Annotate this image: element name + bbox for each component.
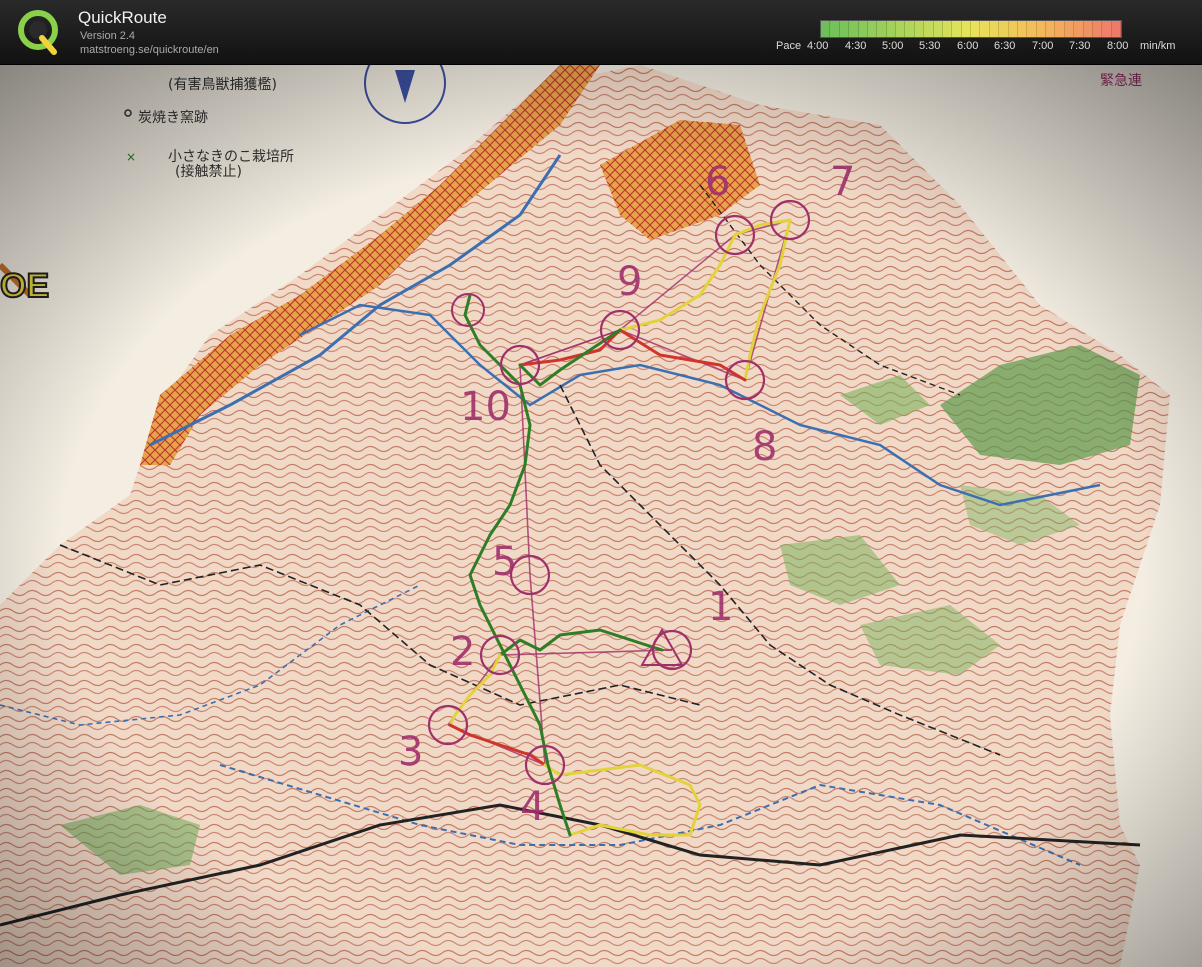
app-version: Version 2.4	[80, 30, 136, 42]
pace-scale-cell	[877, 21, 887, 37]
pace-scale-cell	[896, 21, 906, 37]
legend-text: (有害鳥獣捕獲檻)	[168, 76, 277, 93]
control-number: 1	[708, 584, 733, 630]
pace-scale-cell	[1083, 21, 1093, 37]
pace-scale-cell	[933, 21, 943, 37]
pace-scale-cell	[971, 21, 981, 37]
pace-scale-cell	[980, 21, 990, 37]
control-number: 10	[460, 384, 511, 430]
pace-scale-cell	[989, 21, 1000, 37]
pace-scale-cell	[1092, 21, 1103, 37]
quickroute-logo-icon	[18, 10, 58, 55]
pace-scale-cell	[1017, 21, 1028, 37]
app-url[interactable]: matstroeng.se/quickroute/en	[80, 44, 219, 56]
pace-tick: 4:00	[807, 40, 829, 52]
legend-text: (接触禁止)	[175, 163, 242, 180]
pace-scale-cell	[1074, 21, 1084, 37]
pace-scale-cell	[905, 21, 915, 37]
pace-scale-cell	[849, 21, 859, 37]
app-header: QuickRoute Version 2.4 matstroeng.se/qui…	[0, 0, 1202, 65]
pace-scale-cell	[839, 21, 850, 37]
pace-color-scale	[820, 20, 1122, 38]
legend-text: 炭焼き窯跡	[138, 109, 208, 126]
quickroute-window: QuickRoute Version 2.4 matstroeng.se/qui…	[0, 0, 1202, 967]
pace-scale-cell	[1027, 21, 1037, 37]
pace-label: Pace	[776, 40, 802, 52]
control-number: 9	[617, 259, 642, 305]
pace-scale-labels: Pace 4:00 4:30 5:00 5:30 6:00 6:30 7:00 …	[776, 40, 1188, 56]
pace-tick: 7:30	[1069, 40, 1091, 52]
pace-scale-cell	[1111, 21, 1121, 37]
pace-tick: 7:00	[1032, 40, 1054, 52]
pace-scale-cell	[867, 21, 878, 37]
map-viewport[interactable]: (有害鳥獣捕獲檻) 炭焼き窯跡 × 小さなきのこ栽培所 (接触禁止) 緊急連 O…	[0, 42, 1202, 967]
pace-scale-cell	[952, 21, 962, 37]
pace-tick: 6:30	[994, 40, 1016, 52]
pace-scale-cell	[914, 21, 925, 37]
pace-tick: 6:00	[957, 40, 979, 52]
pace-scale-cell	[924, 21, 934, 37]
pace-legend: Pace 4:00 4:30 5:00 5:30 6:00 6:30 7:00 …	[776, 18, 1188, 58]
svg-text:OE: OE	[0, 267, 49, 305]
control-number: 8	[752, 424, 777, 470]
control-number: 4	[520, 784, 545, 830]
control-number: 3	[398, 729, 423, 775]
pace-scale-cell	[1036, 21, 1046, 37]
pace-tick: 5:30	[919, 40, 941, 52]
pace-tick: 8:00	[1107, 40, 1129, 52]
pace-scale-cell	[1055, 21, 1065, 37]
pace-scale-cell	[961, 21, 971, 37]
app-title: QuickRoute	[78, 8, 167, 27]
pace-tick: 5:00	[882, 40, 904, 52]
corner-text: 緊急連	[1100, 73, 1142, 89]
pace-tick: 4:30	[845, 40, 867, 52]
svg-text:×: ×	[126, 150, 136, 164]
orienteering-map[interactable]: (有害鳥獣捕獲檻) 炭焼き窯跡 × 小さなきのこ栽培所 (接触禁止) 緊急連 O…	[0, 42, 1202, 967]
pace-unit: min/km	[1140, 40, 1176, 52]
control-number: 5	[492, 539, 517, 585]
pace-scale-cell	[1102, 21, 1112, 37]
pace-scale-cell	[1008, 21, 1018, 37]
pace-scale-cell	[942, 21, 953, 37]
legend-text: 小さなきのこ栽培所	[168, 149, 294, 165]
pace-scale-cell	[821, 21, 831, 37]
pace-scale-cell	[1046, 21, 1056, 37]
pace-scale-cell	[1064, 21, 1075, 37]
control-number: 6	[705, 159, 730, 205]
control-number: 7	[830, 159, 855, 205]
pace-scale-cell	[999, 21, 1009, 37]
control-number: 2	[450, 629, 475, 675]
pace-scale-cell	[886, 21, 896, 37]
pace-scale-cell	[858, 21, 868, 37]
event-logo: OE	[0, 262, 50, 306]
pace-scale-cell	[830, 21, 840, 37]
